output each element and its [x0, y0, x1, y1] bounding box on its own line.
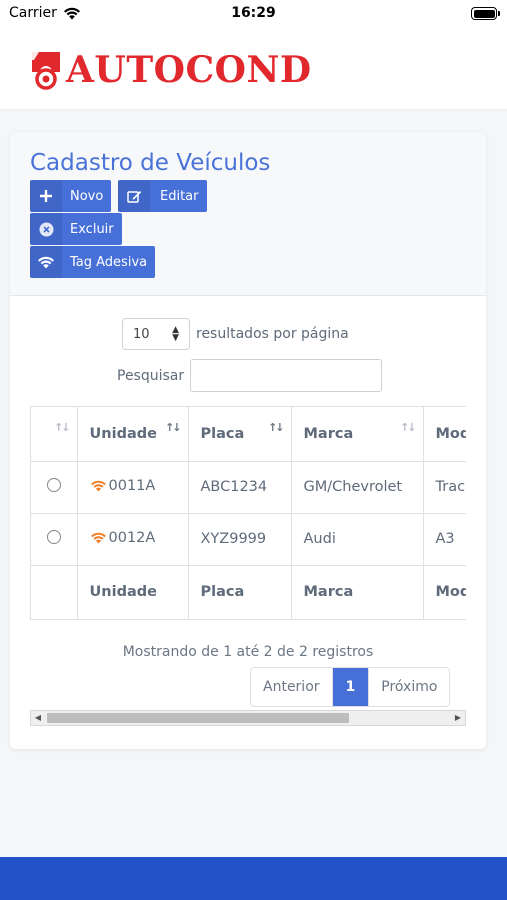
sort-asc-icon: ↑↓ [165, 421, 182, 434]
wifi-icon [90, 480, 106, 492]
horizontal-scrollbar[interactable]: ◀ ▶ [30, 710, 466, 726]
footer-cell [31, 565, 78, 620]
plate-cell: ABC1234 [188, 461, 292, 514]
scroll-left-icon[interactable]: ◀ [31, 711, 45, 725]
brand-cell: Audi [291, 513, 424, 566]
row-select-radio[interactable] [46, 530, 61, 544]
new-button-label: Novo [70, 188, 104, 204]
unit-cell: 0012A [90, 530, 156, 546]
column-header-unidade[interactable]: Unidade ↑↓ [77, 407, 189, 462]
footer-cell: Marca [291, 565, 424, 620]
column-header-marca[interactable]: Marca ↑↓ [291, 407, 424, 462]
footer-cell: Unidade [77, 565, 189, 620]
delete-button-label: Excluir [70, 221, 114, 237]
table-row[interactable]: 0011A ABC1234 GM/Chevrolet Tracker [31, 461, 466, 514]
tag-button[interactable]: Tag Adesiva [30, 246, 156, 278]
bottom-bar [0, 857, 507, 900]
page-length-select[interactable]: 10 ▲ ▼ [122, 318, 190, 350]
model-cell: Tracker [423, 461, 466, 514]
wifi-icon [30, 246, 62, 278]
column-header-modelo[interactable]: Modelo [423, 407, 466, 462]
page-title: Cadastro de Veículos [30, 150, 271, 176]
prev-page-button[interactable]: Anterior [251, 668, 333, 706]
battery-icon [471, 7, 500, 20]
footer-cell: Placa [188, 565, 292, 620]
search-control: Pesquisar [117, 359, 383, 392]
column-header-placa[interactable]: Placa ↑↓ [188, 407, 292, 462]
autocond-logo-icon [32, 52, 60, 90]
edit-icon [118, 180, 150, 212]
column-header-select[interactable]: ↑↓ [31, 407, 78, 462]
search-input[interactable] [190, 359, 383, 392]
status-bar: Carrier 16:29 [0, 0, 507, 30]
wifi-icon [90, 532, 106, 544]
close-circle-icon [30, 213, 62, 245]
delete-button[interactable]: Excluir [30, 213, 122, 245]
brand-name: AUTOCOND [66, 49, 312, 91]
select-arrows-icon: ▲ ▼ [172, 325, 179, 343]
page-length-label: resultados por página [196, 326, 349, 342]
table-info: Mostrando de 1 até 2 de 2 registros [122, 644, 374, 660]
plus-icon [30, 180, 62, 212]
edit-button-label: Editar [160, 188, 199, 204]
edit-button[interactable]: Editar [118, 180, 207, 212]
sort-icon: ↑↓ [400, 421, 417, 434]
new-button[interactable]: Novo [30, 180, 112, 212]
search-label: Pesquisar [117, 367, 185, 384]
table-header-row: ↑↓ Unidade ↑↓ Placa ↑↓ Marca ↑↓ Mo [31, 407, 466, 462]
card-header: Cadastro de Veículos Novo Editar Excluir… [10, 132, 486, 296]
next-page-button[interactable]: Próximo [368, 668, 449, 706]
model-cell: A3 [423, 513, 466, 566]
page-1-button[interactable]: 1 [332, 668, 369, 706]
page-length-control: 10 ▲ ▼ resultados por página [122, 318, 349, 350]
footer-cell: Modelo [423, 565, 466, 620]
row-select-radio[interactable] [46, 478, 61, 492]
page-length-value: 10 [133, 326, 150, 342]
unit-cell: 0011A [90, 478, 156, 494]
vehicles-table-scroll[interactable]: ↑↓ Unidade ↑↓ Placa ↑↓ Marca ↑↓ Mo 0011A… [30, 406, 466, 620]
tag-button-label: Tag Adesiva [70, 254, 148, 270]
sort-icon: ↑↓ [268, 421, 285, 434]
sort-icon: ↑↓ [54, 421, 71, 434]
scrollbar-thumb[interactable] [47, 713, 349, 723]
brand-cell: GM/Chevrolet [291, 461, 424, 514]
pagination: Anterior 1 Próximo [250, 667, 451, 707]
scroll-right-icon[interactable]: ▶ [451, 711, 465, 725]
clock: 16:29 [231, 5, 276, 21]
table-footer-row: Unidade Placa Marca Modelo [31, 565, 466, 620]
vehicles-table: ↑↓ Unidade ↑↓ Placa ↑↓ Marca ↑↓ Mo 0011A… [31, 407, 466, 620]
vehicle-registry-card: Cadastro de Veículos Novo Editar Excluir… [10, 132, 486, 749]
unit-value: 0011A [108, 478, 156, 494]
unit-value: 0012A [108, 530, 156, 546]
app-header: AUTOCOND [0, 30, 507, 110]
table-row[interactable]: 0012A XYZ9999 Audi A3 [31, 513, 466, 566]
plate-cell: XYZ9999 [188, 513, 292, 566]
brand-logo[interactable]: AUTOCOND [30, 48, 312, 92]
